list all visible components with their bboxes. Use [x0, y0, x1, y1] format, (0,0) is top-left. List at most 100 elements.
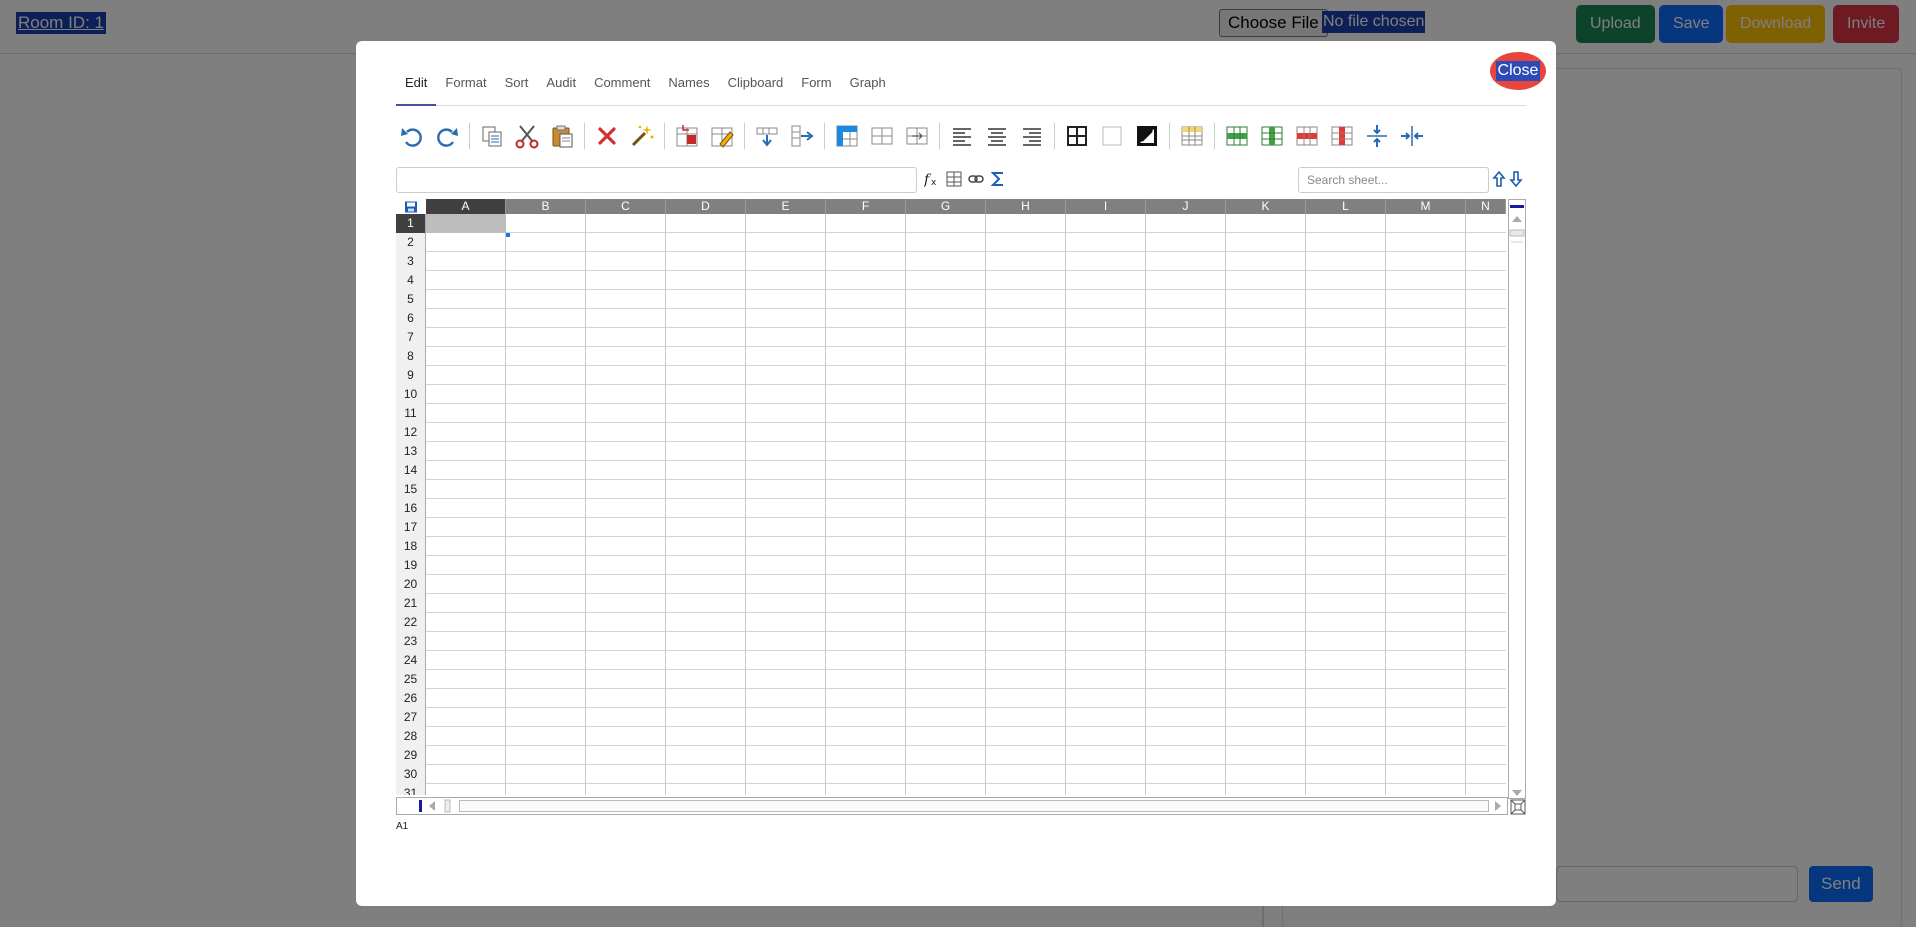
vertical-scrollbar[interactable] [1508, 199, 1526, 799]
row-header[interactable]: 13 [396, 442, 426, 461]
row-header[interactable]: 21 [396, 594, 426, 613]
row-cells[interactable] [426, 366, 1506, 385]
cut-icon[interactable] [511, 120, 543, 152]
pane-split-horizontal-icon[interactable] [1396, 120, 1428, 152]
row-header[interactable]: 28 [396, 727, 426, 746]
row-header[interactable]: 9 [396, 366, 426, 385]
row-cells[interactable] [426, 689, 1506, 708]
horizontal-scroll-thumb[interactable] [459, 800, 1489, 812]
row-cells[interactable] [426, 404, 1506, 423]
insert-column-icon[interactable] [1256, 120, 1288, 152]
link-icon[interactable] [968, 170, 984, 188]
unmerge-icon[interactable] [901, 120, 933, 152]
insert-row-icon[interactable] [1221, 120, 1253, 152]
row-cells[interactable] [426, 309, 1506, 328]
search-up-icon[interactable] [1492, 170, 1506, 192]
row-header[interactable]: 17 [396, 518, 426, 537]
row-header[interactable]: 5 [396, 290, 426, 309]
column-header-i[interactable]: I [1066, 199, 1146, 214]
row-header[interactable]: 31 [396, 784, 426, 795]
row-header[interactable]: 10 [396, 385, 426, 404]
tab-format[interactable]: Format [436, 72, 495, 106]
row-cells[interactable] [426, 252, 1506, 271]
tab-graph[interactable]: Graph [841, 72, 895, 106]
tab-clipboard[interactable]: Clipboard [719, 72, 793, 106]
row-header[interactable]: 19 [396, 556, 426, 575]
row-header[interactable]: 14 [396, 461, 426, 480]
row-header[interactable]: 26 [396, 689, 426, 708]
row-cells[interactable] [426, 613, 1506, 632]
row-cells[interactable] [426, 575, 1506, 594]
pane-corner-icon[interactable] [1510, 799, 1526, 815]
row-header[interactable]: 8 [396, 347, 426, 366]
row-header[interactable]: 11 [396, 404, 426, 423]
row-cells[interactable] [426, 423, 1506, 442]
row-cells[interactable] [426, 708, 1506, 727]
no-border-icon[interactable] [1096, 120, 1128, 152]
delete-row-icon[interactable] [1291, 120, 1323, 152]
lock-cell-icon[interactable] [671, 120, 703, 152]
row-cells[interactable] [426, 518, 1506, 537]
row-cells[interactable] [426, 290, 1506, 309]
fill-right-icon[interactable] [786, 120, 818, 152]
row-cells[interactable] [426, 271, 1506, 290]
column-header-l[interactable]: L [1306, 199, 1386, 214]
column-header-k[interactable]: K [1226, 199, 1306, 214]
column-header-j[interactable]: J [1146, 199, 1226, 214]
tab-edit[interactable]: Edit [396, 72, 437, 106]
column-header-h[interactable]: H [986, 199, 1066, 214]
align-center-icon[interactable] [981, 120, 1013, 152]
row-header[interactable]: 18 [396, 537, 426, 556]
merge-icon[interactable] [866, 120, 898, 152]
tab-form[interactable]: Form [792, 72, 840, 106]
sum-icon[interactable] [990, 170, 1006, 188]
horizontal-scrollbar[interactable] [396, 797, 1508, 815]
undo-icon[interactable] [396, 120, 428, 152]
row-header[interactable]: 16 [396, 499, 426, 518]
fill-handle[interactable] [506, 233, 510, 237]
tab-sort[interactable]: Sort [496, 72, 538, 106]
save-icon[interactable] [396, 199, 426, 214]
column-header-c[interactable]: C [586, 199, 666, 214]
row-cells[interactable] [426, 765, 1506, 784]
paste-special-icon[interactable] [626, 120, 658, 152]
row-header[interactable]: 7 [396, 328, 426, 347]
row-cells[interactable] [426, 347, 1506, 366]
row-header[interactable]: 2 [396, 233, 426, 252]
tab-names[interactable]: Names [659, 72, 718, 106]
unlock-cell-icon[interactable] [706, 120, 738, 152]
column-header-d[interactable]: D [666, 199, 746, 214]
copy-icon[interactable] [476, 120, 508, 152]
function-icon[interactable]: fx [924, 170, 940, 188]
row-header[interactable]: 15 [396, 480, 426, 499]
fill-down-icon[interactable] [751, 120, 783, 152]
formula-input[interactable] [396, 167, 917, 193]
row-cells[interactable] [426, 480, 1506, 499]
active-cell[interactable] [426, 214, 506, 233]
borders-icon[interactable] [1061, 120, 1093, 152]
row-header[interactable]: 23 [396, 632, 426, 651]
column-header-f[interactable]: F [826, 199, 906, 214]
redo-icon[interactable] [431, 120, 463, 152]
row-cells[interactable] [426, 233, 1506, 252]
row-cells[interactable] [426, 670, 1506, 689]
row-header[interactable]: 1 [396, 214, 426, 233]
row-header[interactable]: 6 [396, 309, 426, 328]
delete-column-icon[interactable] [1326, 120, 1358, 152]
row-header[interactable]: 30 [396, 765, 426, 784]
row-header[interactable]: 3 [396, 252, 426, 271]
row-cells[interactable] [426, 537, 1506, 556]
insert-icon[interactable] [831, 120, 863, 152]
tab-comment[interactable]: Comment [585, 72, 659, 106]
search-sheet-input[interactable] [1298, 167, 1489, 193]
delete-icon[interactable] [591, 120, 623, 152]
column-header-m[interactable]: M [1386, 199, 1466, 214]
row-header[interactable]: 25 [396, 670, 426, 689]
row-header[interactable]: 12 [396, 423, 426, 442]
row-header[interactable]: 24 [396, 651, 426, 670]
column-header-b[interactable]: B [506, 199, 586, 214]
column-header-a[interactable]: A [426, 199, 506, 214]
row-cells[interactable] [426, 461, 1506, 480]
search-down-icon[interactable] [1509, 171, 1523, 192]
tab-audit[interactable]: Audit [537, 72, 585, 106]
